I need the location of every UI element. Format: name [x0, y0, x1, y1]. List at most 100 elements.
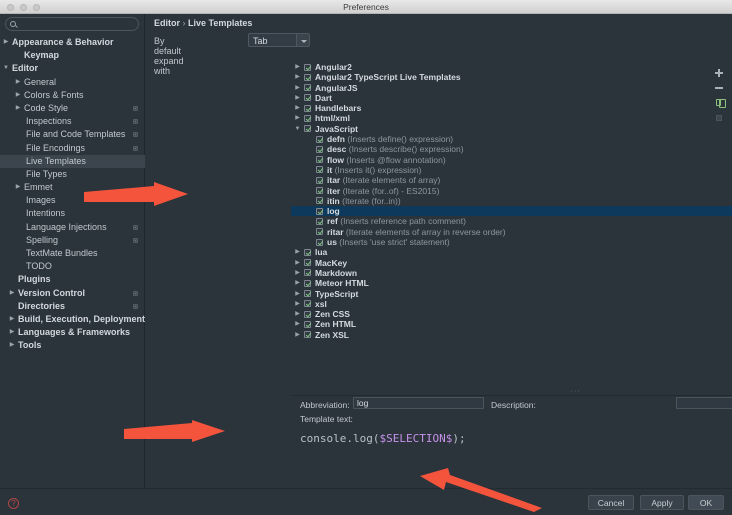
template-tree-row[interactable]: flow (Inserts @flow annotation): [291, 155, 732, 165]
template-tree-row[interactable]: ▶ Angular2: [291, 62, 732, 72]
sidebar-item-editor[interactable]: ▼ Editor: [0, 62, 145, 75]
template-tree-row[interactable]: ▶ Handlebars: [291, 103, 732, 113]
sidebar-item-textmate-bundles[interactable]: TextMate Bundles: [0, 247, 145, 260]
template-tree-row[interactable]: desc (Inserts describe() expression): [291, 144, 732, 154]
sidebar-item-file-types[interactable]: File Types: [0, 168, 145, 181]
template-checkbox[interactable]: [316, 228, 323, 236]
chevron-down-icon[interactable]: [296, 34, 309, 46]
panel-splitter[interactable]: ···: [291, 387, 732, 395]
chevron-right-icon[interactable]: ▶: [1, 36, 11, 49]
template-tree-row[interactable]: ▶ Zen CSS: [291, 309, 732, 319]
sidebar-item-intentions[interactable]: Intentions: [0, 207, 145, 220]
chevron-right-icon[interactable]: ▶: [292, 72, 303, 82]
sidebar-item-todo[interactable]: TODO: [0, 260, 145, 273]
chevron-right-icon[interactable]: ▶: [292, 289, 303, 299]
template-tree-row[interactable]: itin (Iterate (for..in)): [291, 196, 732, 206]
sidebar-item-keymap[interactable]: Keymap: [0, 49, 145, 62]
chevron-right-icon[interactable]: ▶: [7, 326, 17, 339]
template-checkbox[interactable]: [316, 217, 323, 225]
sidebar-item-version-control[interactable]: ▶ Version Control: [0, 287, 145, 300]
chevron-right-icon[interactable]: ▶: [7, 313, 17, 326]
chevron-right-icon[interactable]: ▶: [292, 62, 303, 72]
template-checkbox[interactable]: [316, 187, 323, 195]
template-checkbox[interactable]: [304, 114, 311, 122]
template-checkbox[interactable]: [304, 84, 311, 92]
sidebar-item-emmet[interactable]: ▶ Emmet: [0, 181, 145, 194]
ok-button[interactable]: OK: [688, 495, 724, 510]
template-checkbox[interactable]: [304, 259, 311, 267]
template-checkbox[interactable]: [316, 156, 323, 164]
sidebar-item-file-encodings[interactable]: File Encodings: [0, 142, 145, 155]
template-tree-row[interactable]: ▼ JavaScript: [291, 124, 732, 134]
template-checkbox[interactable]: [304, 269, 311, 277]
template-tree-row[interactable]: defn (Inserts define() expression): [291, 134, 732, 144]
template-tree-row[interactable]: us (Inserts 'use strict' statement): [291, 237, 732, 247]
template-checkbox[interactable]: [316, 145, 323, 153]
template-tree-row[interactable]: ▶ MacKey: [291, 258, 732, 268]
template-checkbox[interactable]: [304, 73, 311, 81]
chevron-right-icon[interactable]: ▶: [292, 319, 303, 329]
template-tree-row[interactable]: ▶ html/xml: [291, 113, 732, 123]
template-tree-row[interactable]: ▶ Zen HTML: [291, 319, 732, 329]
sidebar-item-file-and-code-templates[interactable]: File and Code Templates: [0, 128, 145, 141]
chevron-right-icon[interactable]: ▶: [13, 181, 23, 194]
template-checkbox[interactable]: [304, 94, 311, 102]
help-icon[interactable]: ?: [8, 498, 19, 509]
cancel-button[interactable]: Cancel: [588, 495, 634, 510]
template-tree-row[interactable]: itar (Iterate elements of array): [291, 175, 732, 185]
chevron-right-icon[interactable]: ▶: [292, 299, 303, 309]
template-tree-row[interactable]: ▶ Markdown: [291, 268, 732, 278]
chevron-right-icon[interactable]: ▶: [7, 287, 17, 300]
sidebar-item-build-execution-deployment[interactable]: ▶ Build, Execution, Deployment: [0, 313, 145, 326]
template-checkbox[interactable]: [316, 176, 323, 184]
sidebar-item-plugins[interactable]: Plugins: [0, 273, 145, 286]
template-tree-row[interactable]: ▶ AngularJS: [291, 83, 732, 93]
chevron-right-icon[interactable]: ▶: [292, 309, 303, 319]
description-input[interactable]: [676, 397, 732, 409]
search-input[interactable]: [22, 19, 134, 30]
template-tree-row[interactable]: it (Inserts it() expression): [291, 165, 732, 175]
template-tree-row[interactable]: ref (Inserts reference path comment): [291, 216, 732, 226]
template-text-editor[interactable]: console.log($SELECTION$);: [291, 424, 732, 476]
templates-tree[interactable]: ▶ Angular2 ▶ Angular2 TypeScript Live Templ…: [291, 62, 732, 385]
template-tree-row[interactable]: ▶ TypeScript: [291, 289, 732, 299]
template-checkbox[interactable]: [304, 290, 311, 298]
duplicate-template-button[interactable]: [712, 96, 726, 110]
template-tree-row[interactable]: iter (Iterate (for..of) - ES2015): [291, 186, 732, 196]
abbreviation-input[interactable]: [353, 397, 484, 409]
sidebar-item-colors-fonts[interactable]: ▶ Colors & Fonts: [0, 89, 145, 102]
template-checkbox[interactable]: [304, 331, 311, 339]
chevron-right-icon[interactable]: ▶: [292, 93, 303, 103]
template-checkbox[interactable]: [304, 300, 311, 308]
template-checkbox[interactable]: [304, 248, 311, 256]
sidebar-item-inspections[interactable]: Inspections: [0, 115, 145, 128]
template-checkbox[interactable]: [316, 238, 323, 246]
template-tree-row[interactable]: log: [291, 206, 732, 217]
template-group-button[interactable]: [712, 111, 726, 125]
template-checkbox[interactable]: [316, 135, 323, 143]
default-expand-select[interactable]: Tab: [248, 33, 310, 47]
template-checkbox[interactable]: [304, 125, 311, 133]
sidebar-item-general[interactable]: ▶ General: [0, 76, 145, 89]
template-tree-row[interactable]: ritar (Iterate elements of array in reve…: [291, 227, 732, 237]
template-checkbox[interactable]: [304, 279, 311, 287]
chevron-right-icon[interactable]: ▶: [292, 83, 303, 93]
template-tree-row[interactable]: ▶ lua: [291, 247, 732, 257]
sidebar-item-images[interactable]: Images: [0, 194, 145, 207]
chevron-right-icon[interactable]: ▶: [13, 76, 23, 89]
template-tree-row[interactable]: ▶ Angular2 TypeScript Live Templates: [291, 72, 732, 82]
sidebar-item-tools[interactable]: ▶ Tools: [0, 339, 145, 352]
sidebar-search-box[interactable]: [5, 17, 139, 31]
sidebar-item-code-style[interactable]: ▶ Code Style: [0, 102, 145, 115]
template-checkbox[interactable]: [304, 63, 311, 71]
chevron-right-icon[interactable]: ▶: [13, 102, 23, 115]
template-tree-row[interactable]: ▶ Dart: [291, 93, 732, 103]
add-template-button[interactable]: [712, 66, 726, 80]
template-checkbox[interactable]: [316, 207, 323, 215]
chevron-down-icon[interactable]: ▼: [292, 124, 303, 134]
sidebar-item-spelling[interactable]: Spelling: [0, 234, 145, 247]
chevron-right-icon[interactable]: ▶: [292, 278, 303, 288]
template-checkbox[interactable]: [304, 310, 311, 318]
chevron-right-icon[interactable]: ▶: [292, 258, 303, 268]
sidebar-item-directories[interactable]: Directories: [0, 300, 145, 313]
